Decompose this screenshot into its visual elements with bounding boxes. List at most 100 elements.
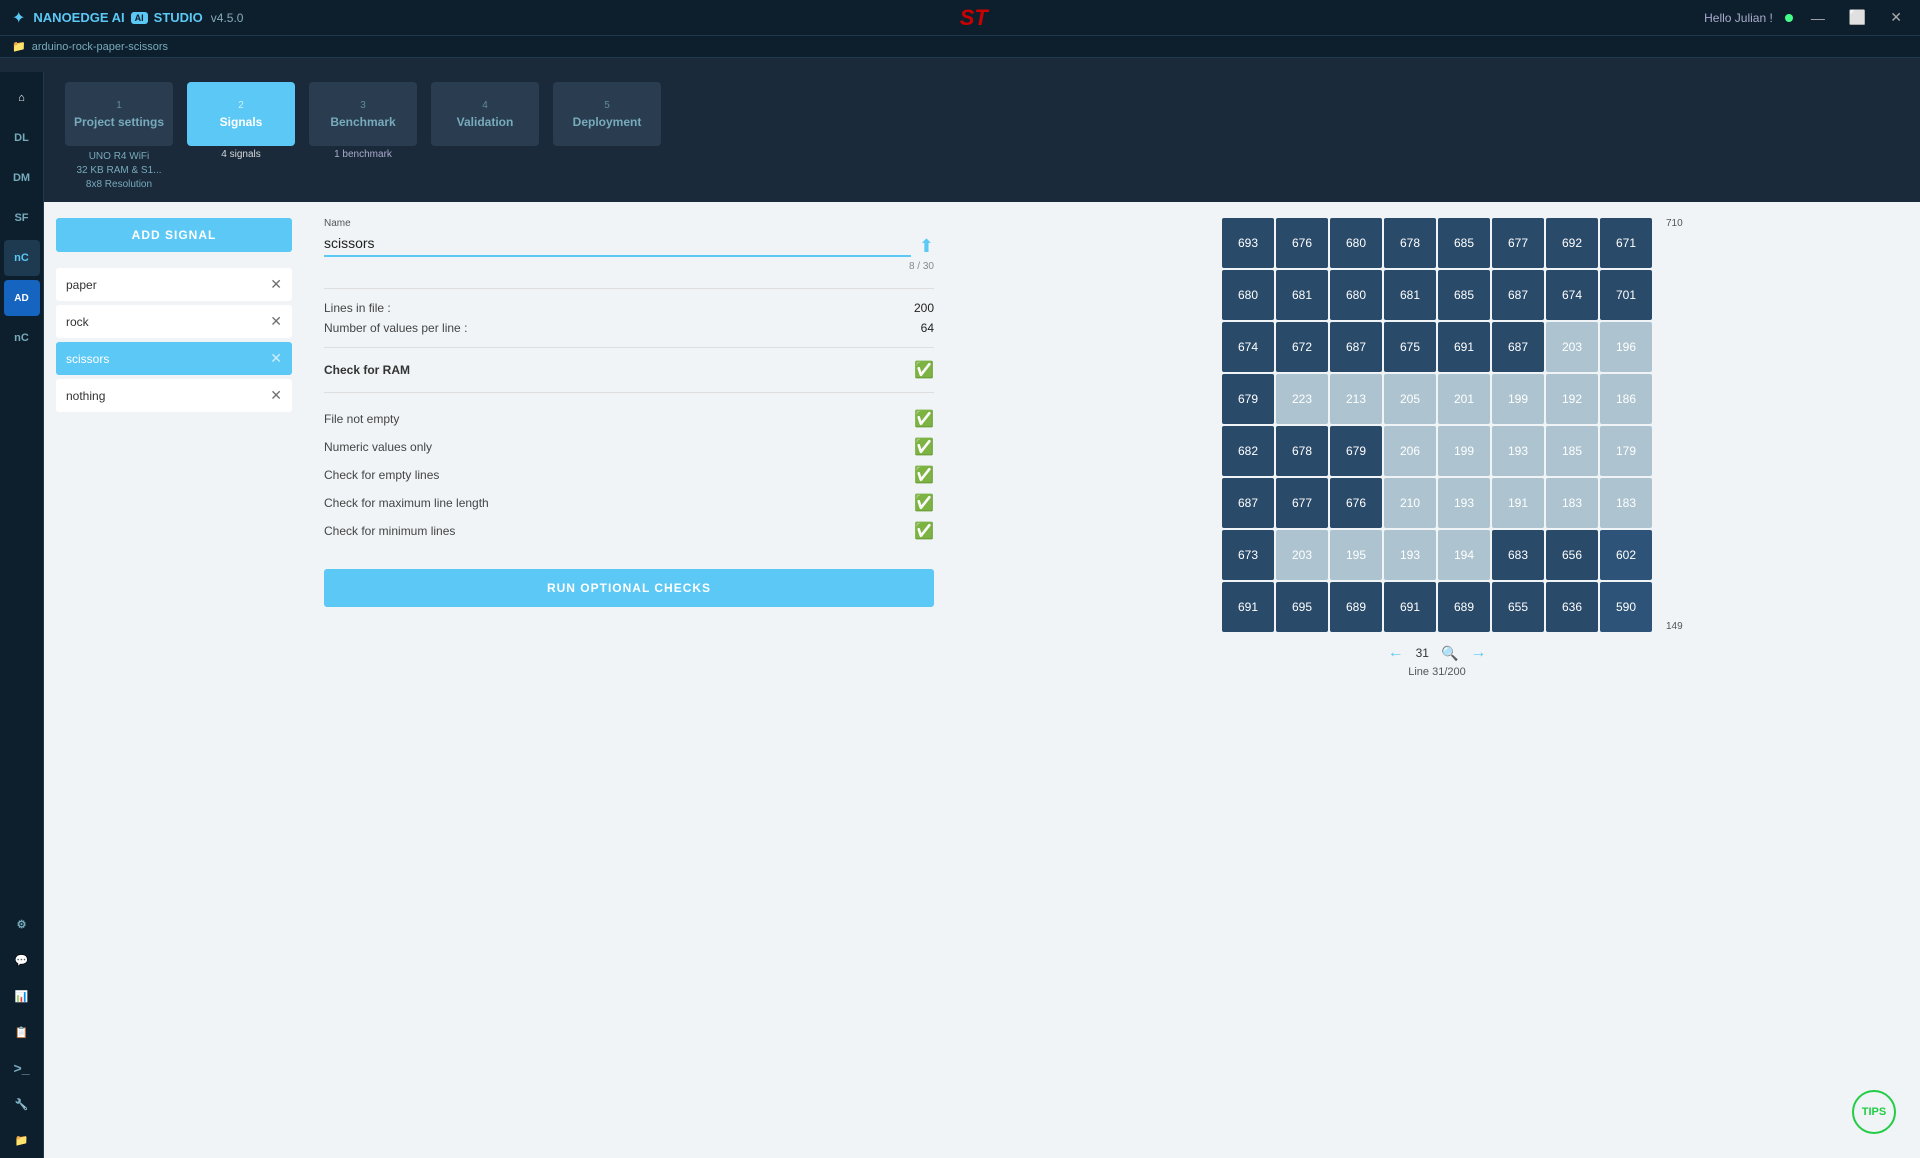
sidebar-item-terminal[interactable]: >_: [4, 1050, 40, 1086]
sidebar-item-settings[interactable]: ⚙: [4, 906, 40, 942]
sidebar-item-dl[interactable]: DL: [4, 120, 40, 156]
heatmap-cell: 201: [1438, 374, 1490, 424]
check-icon-2: ✅: [914, 465, 934, 485]
remove-signal-rock[interactable]: ✕: [270, 313, 282, 330]
device-ram: 32 KB RAM & S1...: [76, 164, 161, 178]
step-3-sub: 1 benchmark: [334, 149, 392, 160]
heatmap-cell: 675: [1384, 322, 1436, 372]
signal-item-nothing[interactable]: nothing ✕: [56, 379, 292, 412]
next-page-button[interactable]: →: [1470, 644, 1486, 662]
heatmap-cell: 680: [1330, 218, 1382, 268]
check-ram-icon: ✅: [914, 360, 934, 380]
mid-panel: Name ⬆ 8 / 30 Lines in file : 200 Number…: [304, 202, 954, 1158]
line-info: Line 31/200: [1408, 666, 1466, 678]
step-3-box[interactable]: 3 Benchmark: [309, 82, 417, 146]
step-5-box[interactable]: 5 Deployment: [553, 82, 661, 146]
signal-name-input[interactable]: [324, 231, 911, 257]
sidebar-item-dm[interactable]: DM: [4, 160, 40, 196]
heatmap-cell: 678: [1384, 218, 1436, 268]
step-4-box[interactable]: 4 Validation: [431, 82, 539, 146]
signal-item-scissors[interactable]: scissors ✕: [56, 342, 292, 375]
sidebar-item-report[interactable]: 📊: [4, 978, 40, 1014]
right-panel: 6936766806786856776926716806816806816856…: [954, 202, 1920, 1158]
sidebar-item-sf[interactable]: SF: [4, 200, 40, 236]
sidebar-item-nc2[interactable]: nC: [4, 320, 40, 356]
run-optional-checks-button[interactable]: RUN OPTIONAL CHECKS: [324, 569, 934, 607]
heatmap-cell: 206: [1384, 426, 1436, 476]
heatmap-cell: 199: [1438, 426, 1490, 476]
device-info: UNO R4 WiFi 32 KB RAM & S1... 8x8 Resolu…: [76, 150, 161, 192]
heatmap-cell: 691: [1222, 582, 1274, 632]
sidebar-item-file[interactable]: 📋: [4, 1014, 40, 1050]
lines-in-file-row: Lines in file : 200: [324, 301, 934, 315]
sidebar-item-build[interactable]: 🔧: [4, 1086, 40, 1122]
user-status-dot: [1785, 14, 1793, 22]
heatmap-cell: 695: [1276, 582, 1328, 632]
heatmap-cell: 689: [1330, 582, 1382, 632]
step-5[interactable]: 5 Deployment: [552, 82, 662, 146]
signal-item-rock[interactable]: rock ✕: [56, 305, 292, 338]
step-1[interactable]: 1 Project settings UNO R4 WiFi 32 KB RAM…: [64, 82, 174, 192]
greeting-text: Hello Julian !: [1704, 11, 1773, 25]
lines-in-file-value: 200: [914, 301, 934, 315]
heatmap-cell: 223: [1276, 374, 1328, 424]
step-3-num: 3: [360, 100, 366, 111]
heatmap-cell: 193: [1438, 478, 1490, 528]
left-panel: ADD SIGNAL paper ✕ rock ✕ scissors ✕ not…: [44, 202, 304, 1158]
sidebar-item-chat[interactable]: 💬: [4, 942, 40, 978]
step-4[interactable]: 4 Validation: [430, 82, 540, 146]
heatmap-cell: 602: [1600, 530, 1652, 580]
heatmap-cell: 183: [1546, 478, 1598, 528]
heatmap-cell: 213: [1330, 374, 1382, 424]
version-label: v4.5.0: [211, 11, 244, 25]
heatmap-cell: 656: [1546, 530, 1598, 580]
step-1-box[interactable]: 1 Project settings: [65, 82, 173, 146]
sidebar: ⌂ DL DM SF nC AD nC ⚙ 💬 📊 📋 >_ 🔧 📁: [0, 72, 44, 1158]
breadcrumb-path: arduino-rock-paper-scissors: [32, 41, 168, 53]
studio-label: STUDIO: [154, 10, 203, 25]
upload-icon[interactable]: ⬆: [919, 236, 934, 257]
name-field-label: Name: [324, 218, 934, 229]
step-3[interactable]: 3 Benchmark 1 benchmark: [308, 82, 418, 160]
maximize-button[interactable]: ⬜: [1843, 7, 1872, 28]
signal-name-scissors: scissors: [66, 352, 109, 366]
heatmap-cell: 199: [1492, 374, 1544, 424]
remove-signal-nothing[interactable]: ✕: [270, 387, 282, 404]
remove-signal-scissors[interactable]: ✕: [270, 350, 282, 367]
main-content: 1 Project settings UNO R4 WiFi 32 KB RAM…: [44, 72, 1920, 1158]
heatmap-cell: 655: [1492, 582, 1544, 632]
heatmap-cell: 196: [1600, 322, 1652, 372]
char-count: 8 / 30: [324, 261, 934, 272]
page-number: 31: [1416, 646, 1429, 660]
step-2-box[interactable]: 2 Signals: [187, 82, 295, 146]
check-label-2: Check for empty lines: [324, 468, 439, 482]
tips-button[interactable]: TIPS: [1852, 1090, 1896, 1134]
prev-page-button[interactable]: ←: [1388, 644, 1404, 662]
zoom-icon[interactable]: 🔍: [1441, 645, 1458, 662]
heatmap-cell: 679: [1330, 426, 1382, 476]
heatmap-cell: 590: [1600, 582, 1652, 632]
check-icon-1: ✅: [914, 437, 934, 457]
heatmap-cell: 687: [1330, 322, 1382, 372]
heatmap-cell: 203: [1276, 530, 1328, 580]
app-name-text: NANOEDGE AI: [33, 10, 124, 25]
remove-signal-paper[interactable]: ✕: [270, 276, 282, 293]
minimize-button[interactable]: —: [1805, 8, 1831, 28]
step-2[interactable]: 2 Signals 4 signals: [186, 82, 296, 160]
heatmap-cell: 671: [1600, 218, 1652, 268]
heatmap-cell: 203: [1546, 322, 1598, 372]
topbar: ✦ NANOEDGE AI AI STUDIO v4.5.0 ST Hello …: [0, 0, 1920, 36]
sidebar-item-folder[interactable]: 📁: [4, 1122, 40, 1158]
add-signal-button[interactable]: ADD SIGNAL: [56, 218, 292, 252]
sidebar-item-nc[interactable]: nC: [4, 240, 40, 276]
sidebar-item-ad[interactable]: AD: [4, 280, 40, 316]
step-3-name: Benchmark: [330, 115, 395, 129]
signal-item-paper[interactable]: paper ✕: [56, 268, 292, 301]
signal-name-rock: rock: [66, 315, 89, 329]
close-button[interactable]: ✕: [1884, 7, 1908, 28]
sidebar-bottom: ⚙ 💬 📊 📋 >_ 🔧 📁: [4, 906, 40, 1158]
signal-name-nothing: nothing: [66, 389, 105, 403]
values-per-line-value: 64: [921, 321, 934, 335]
check-row-0: File not empty ✅: [324, 409, 934, 429]
sidebar-item-home[interactable]: ⌂: [4, 80, 40, 116]
